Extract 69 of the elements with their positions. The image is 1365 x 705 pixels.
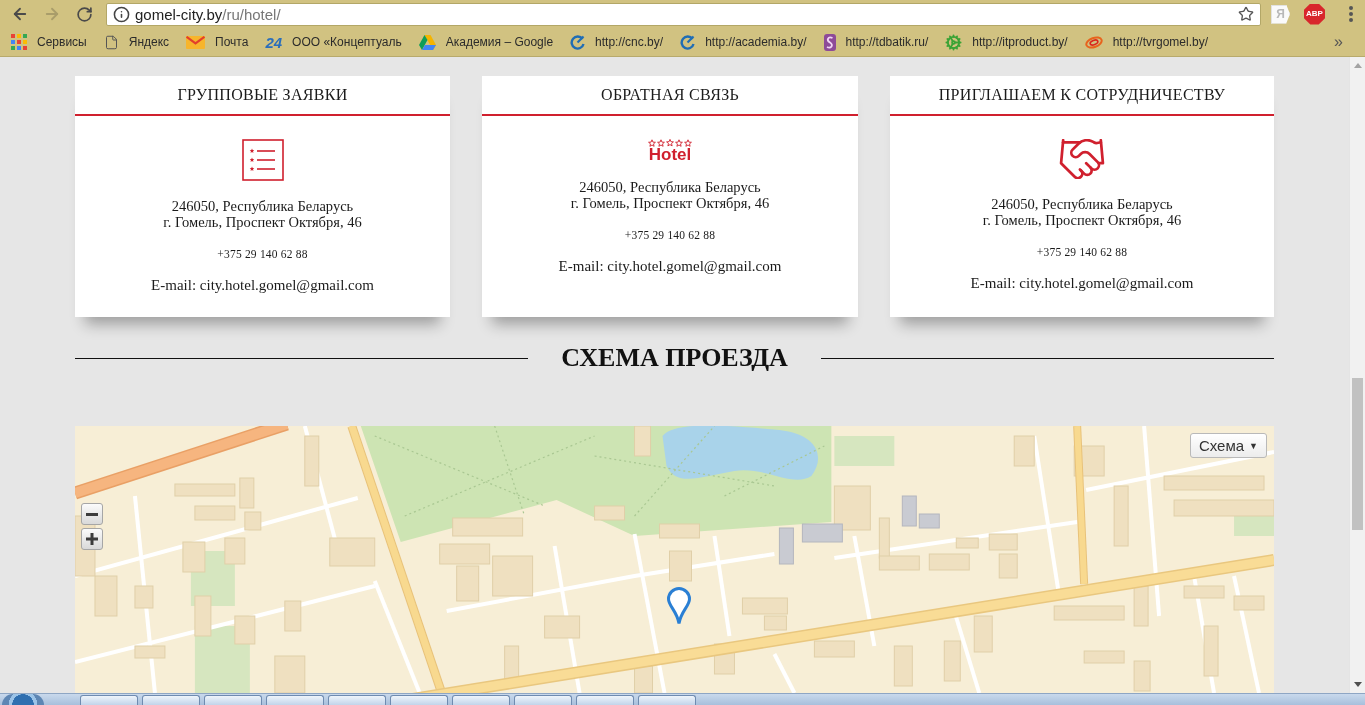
address-line: г. Гомель, Проспект Октября, 46	[570, 195, 770, 211]
logo-text: 24	[265, 34, 283, 50]
bookmark-link[interactable]: http://tvrgomel.by/	[1084, 30, 1208, 54]
card-title: ГРУППОВЫЕ ЗАЯВКИ	[177, 86, 348, 104]
bookmark-link[interactable]: http://cnc.by/	[570, 30, 664, 54]
taskbar-button[interactable]	[80, 695, 138, 705]
star-icon	[1238, 6, 1254, 22]
curl-icon	[823, 33, 836, 51]
star-row-icon	[648, 139, 692, 147]
taskbar-button[interactable]	[576, 695, 634, 705]
taskbar-button[interactable]	[266, 695, 324, 705]
bookmarks-overflow-button[interactable]: »	[1332, 33, 1345, 51]
bookmark-link[interactable]: 24 ООО «Концептуаль	[265, 30, 402, 54]
address-line: 246050, Республика Беларусь	[991, 196, 1173, 212]
address-line: г. Гомель, Проспект Октября, 46	[163, 214, 362, 230]
bookmark-link[interactable]: Почта	[186, 30, 249, 54]
minus-icon	[86, 512, 98, 516]
plus-icon	[86, 533, 98, 545]
taskbar-button[interactable]	[204, 695, 262, 705]
zoom-out-button[interactable]	[81, 503, 103, 525]
swirl-icon	[680, 34, 696, 50]
card-title: ПРИГЛАШАЕМ К СОТРУДНИЧЕСТВУ	[938, 86, 1226, 104]
page-icon	[103, 34, 119, 50]
phone-text: +375 29 140 62 88	[217, 247, 308, 261]
menu-icon	[1349, 6, 1353, 22]
map-pin-icon	[667, 587, 691, 625]
ring-icon	[1084, 35, 1103, 49]
address-line: 246050, Республика Беларусь	[579, 179, 761, 195]
swirl-icon	[570, 34, 586, 50]
taskbar-button[interactable]	[328, 695, 386, 705]
address-line: г. Гомель, Проспект Октября, 46	[982, 212, 1182, 228]
reload-icon	[75, 5, 93, 23]
address-field[interactable]: gomel-city.by/ru/hotel/	[106, 2, 1261, 26]
bookmark-link[interactable]: http://itproduct.by/	[945, 30, 1068, 54]
triangle-icon	[418, 34, 436, 50]
section-heading: СХЕМА ПРОЕЗДА	[560, 343, 789, 373]
taskbar-button[interactable]	[390, 695, 448, 705]
phone-text: +375 29 140 62 88	[624, 228, 716, 242]
email-text: E-mail: city.hotel.gomel@gmail.com	[151, 276, 374, 294]
zoom-in-button[interactable]	[81, 528, 103, 550]
forward-arrow-icon	[43, 5, 61, 23]
map-type-dropdown[interactable]: Схема ▼	[1189, 433, 1267, 458]
address-line: 246050, Республика Беларусь	[171, 198, 354, 214]
info-icon	[113, 5, 130, 23]
hotel-logo-text: Hotel	[648, 148, 692, 162]
scroll-down-icon	[1353, 682, 1362, 687]
email-text: E-mail: city.hotel.gomel@gmail.com	[970, 274, 1194, 292]
taskbar-button[interactable]	[638, 695, 696, 705]
phone-text: +375 29 140 62 88	[1036, 245, 1128, 259]
list-icon	[241, 139, 284, 181]
bookmark-link[interactable]: Академия – Google	[418, 30, 554, 54]
email-text: E-mail: city.hotel.gomel@gmail.com	[558, 257, 782, 275]
bookmark-star-button[interactable]	[1238, 6, 1254, 22]
bookmark-link[interactable]: http://academia.by/	[680, 30, 807, 54]
bookmark-link[interactable]: http://tdbatik.ru/	[823, 30, 929, 54]
gear-icon	[945, 33, 963, 51]
scrollbar-thumb[interactable]	[1352, 378, 1363, 530]
taskbar-button[interactable]	[142, 695, 200, 705]
bookmark-link[interactable]: Яндекс	[103, 30, 170, 54]
taskbar-button[interactable]	[514, 695, 572, 705]
card-title: ОБРАТНАЯ СВЯЗЬ	[601, 86, 739, 104]
bookmark-link[interactable]: Сервисы	[11, 30, 87, 54]
scroll-up-icon	[1353, 63, 1362, 68]
start-button[interactable]	[2, 694, 44, 705]
extension-button[interactable]: ABP	[1304, 3, 1325, 25]
handshake-icon	[1059, 139, 1105, 179]
apps-grid-icon	[11, 34, 27, 50]
envelope-icon	[186, 35, 206, 49]
taskbar-button[interactable]	[452, 695, 510, 705]
